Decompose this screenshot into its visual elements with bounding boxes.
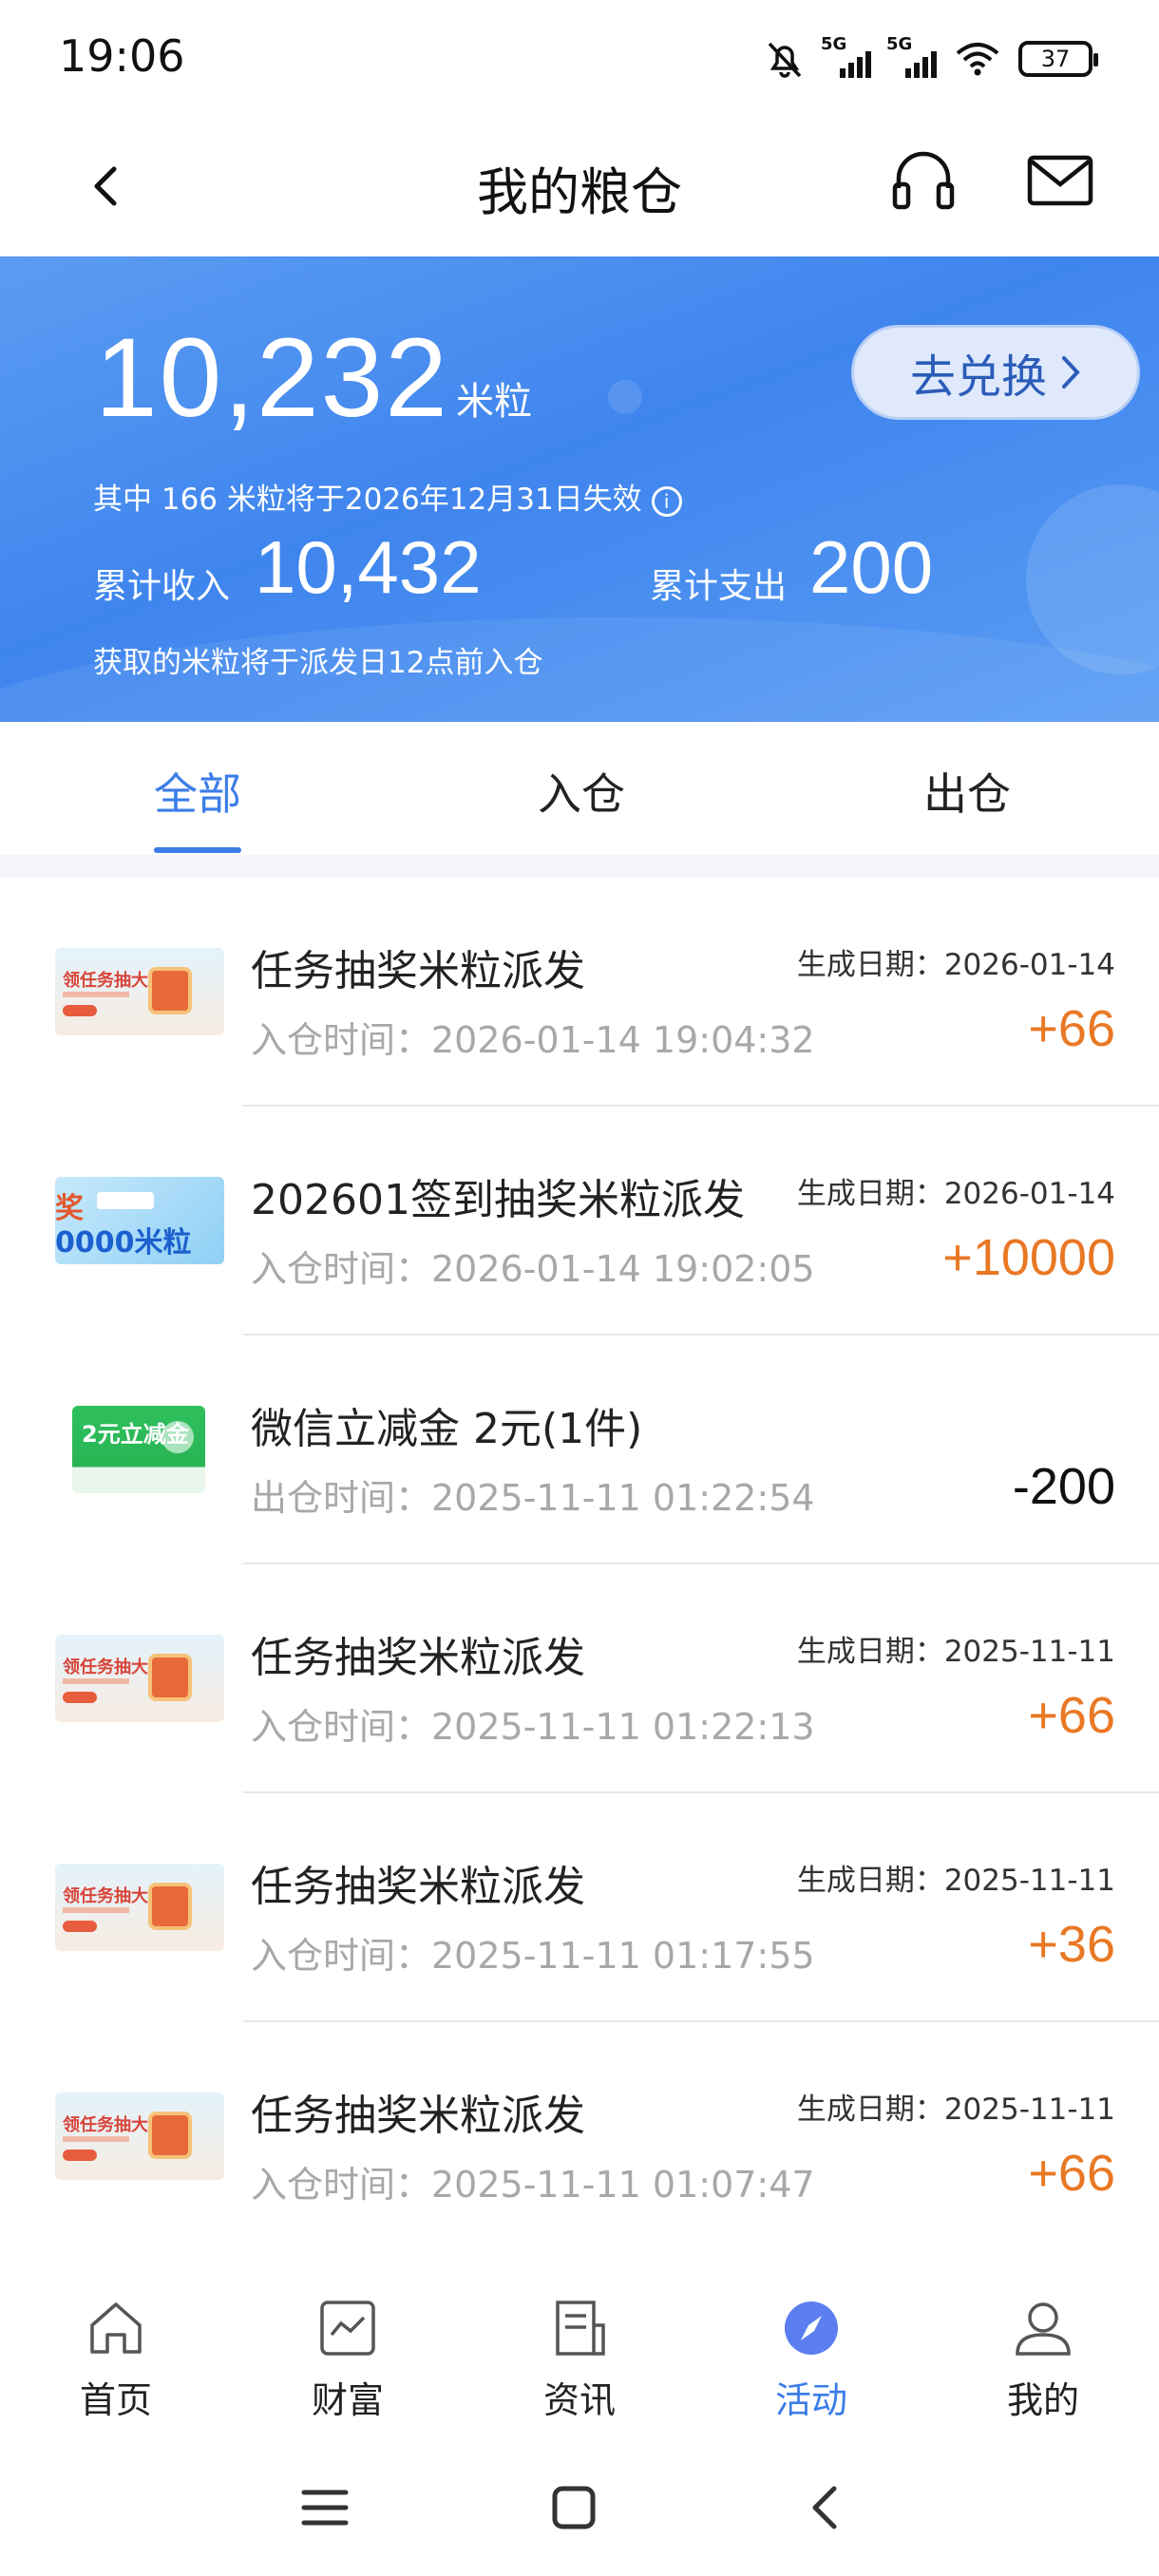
chart-icon <box>320 2301 375 2356</box>
home-square-icon[interactable] <box>543 2477 604 2538</box>
menu-icon[interactable] <box>294 2477 355 2538</box>
tab-all[interactable]: 全部 <box>84 760 312 823</box>
record-time: 入仓时间：2025-11-11 01:17:55 <box>251 1935 815 1977</box>
record-amount: +36 <box>1028 1916 1115 1973</box>
battery-icon: 37 <box>1018 41 1098 77</box>
home-icon <box>90 2302 142 2354</box>
record-title: 任务抽奖米粒派发 <box>251 1863 585 1911</box>
user-icon <box>1016 2302 1071 2356</box>
sign-in-thumbnail: 奖 0000米粒 <box>55 1177 224 1264</box>
tab-out[interactable]: 出仓 <box>853 760 1081 823</box>
nav-label: 财富 <box>311 2379 384 2421</box>
record-date: 生成日期：2025-11-11 <box>796 1635 1115 1669</box>
bottom-nav: 首页 财富 资讯 活动 我的 <box>0 2268 1159 2439</box>
nav-wealth[interactable]: 财富 <box>272 2297 424 2423</box>
news-icon <box>556 2301 605 2356</box>
headset-icon[interactable] <box>889 146 958 215</box>
record-title: 任务抽奖米粒派发 <box>251 1634 585 1682</box>
app-header: 我的粮仓 <box>0 114 1159 256</box>
record-title: 任务抽奖米粒派发 <box>251 2092 585 2140</box>
compass-icon <box>785 2301 838 2355</box>
nav-mine[interactable]: 我的 <box>967 2297 1119 2423</box>
record-amount: +66 <box>1028 2145 1115 2202</box>
task-thumbnail: 领任务抽大奖 <box>55 2093 224 2180</box>
wechat-coupon-thumbnail: 2元立减金 <box>72 1406 205 1493</box>
record-date: 生成日期：2026-01-14 <box>796 1177 1115 1211</box>
nav-home[interactable]: 首页 <box>40 2297 192 2423</box>
info-icon[interactable]: i <box>651 485 682 517</box>
record-amount: +10000 <box>942 1229 1115 1286</box>
income-label: 累计收入 <box>93 567 231 606</box>
record-time: 入仓时间：2026-01-14 19:02:05 <box>251 1248 815 1290</box>
signal-2-icon: 5G <box>886 34 937 78</box>
nav-activity[interactable]: 活动 <box>735 2297 887 2423</box>
redeem-label: 去兑换 <box>909 350 1047 404</box>
task-thumbnail: 领任务抽大奖 <box>55 1864 224 1951</box>
record-amount: +66 <box>1028 1687 1115 1744</box>
signal-1-icon: 5G <box>821 34 871 78</box>
list-item[interactable]: 领任务抽大奖 任务抽奖米粒派发 入仓时间：2025-11-11 01:17:55… <box>0 1793 1159 2022</box>
system-back-icon[interactable] <box>796 2477 857 2538</box>
record-title: 微信立减金 2元(1件) <box>251 1405 643 1453</box>
nav-label: 首页 <box>79 2379 152 2421</box>
list-item[interactable]: 领任务抽大奖 任务抽奖米粒派发 入仓时间：2025-11-11 01:22:13… <box>0 1564 1159 1793</box>
mute-bell-icon <box>768 42 802 78</box>
expire-note: 其中 166 米粒将于2026年12月31日失效 i <box>93 475 682 518</box>
list-item[interactable]: 领任务抽大奖 任务抽奖米粒派发 入仓时间：2025-11-11 01:07:47… <box>0 2022 1159 2251</box>
nav-label: 资讯 <box>542 2379 616 2421</box>
record-date: 生成日期：2025-11-11 <box>796 1864 1115 1898</box>
balance-banner: 10,232 米粒 去兑换 其中 166 米粒将于2026年12月31日失效 i … <box>0 256 1159 722</box>
status-time: 19:06 <box>59 30 185 82</box>
status-icons: 5G 5G 37 <box>764 32 1098 85</box>
network-type-2: 5G <box>886 34 913 54</box>
record-amount: -200 <box>1012 1458 1115 1515</box>
nav-label: 活动 <box>774 2379 847 2421</box>
page-title: 我的粮仓 <box>477 162 682 222</box>
record-time: 入仓时间：2025-11-11 01:07:47 <box>251 2164 815 2206</box>
list-item[interactable]: 领任务抽大奖 任务抽奖米粒派发 入仓时间：2026-01-14 19:04:32… <box>0 878 1159 1107</box>
redeem-button[interactable]: 去兑换 <box>851 325 1140 420</box>
list-item[interactable]: 2元立减金 微信立减金 2元(1件) 出仓时间：2025-11-11 01:22… <box>0 1335 1159 1564</box>
nav-label: 我的 <box>1006 2379 1079 2421</box>
balance-value: 10,232 <box>95 315 449 441</box>
chevron-right-icon <box>1062 356 1080 388</box>
mail-icon[interactable] <box>1026 152 1094 209</box>
network-type-1: 5G <box>821 34 847 54</box>
expense-value: 200 <box>809 525 934 609</box>
system-nav-bar <box>0 2439 1159 2576</box>
record-date: 生成日期：2025-11-11 <box>796 2093 1115 2127</box>
record-amount: +66 <box>1028 1000 1115 1057</box>
expire-note-text: 其中 166 米粒将于2026年12月31日失效 <box>93 483 642 517</box>
balance-unit: 米粒 <box>456 380 532 424</box>
income-value: 10,432 <box>255 525 482 609</box>
record-title: 202601签到抽奖米粒派发 <box>251 1176 745 1224</box>
section-divider <box>0 855 1159 878</box>
record-time: 入仓时间：2026-01-14 19:04:32 <box>251 1019 815 1061</box>
expense-label: 累计支出 <box>650 567 788 606</box>
record-date: 生成日期：2026-01-14 <box>796 948 1115 982</box>
task-thumbnail: 领任务抽大奖 <box>55 1635 224 1722</box>
list-item[interactable]: 奖 0000米粒 202601签到抽奖米粒派发 入仓时间：2026-01-14 1… <box>0 1107 1159 1335</box>
tab-in[interactable]: 入仓 <box>467 760 695 823</box>
wifi-icon <box>956 43 999 76</box>
record-time: 入仓时间：2025-11-11 01:22:13 <box>251 1706 815 1748</box>
status-bar: 19:06 5G 5G 37 <box>0 0 1159 114</box>
filter-tabs: 全部 入仓 出仓 <box>0 722 1159 855</box>
record-time: 出仓时间：2025-11-11 01:22:54 <box>251 1477 815 1519</box>
record-title: 任务抽奖米粒派发 <box>251 947 585 995</box>
task-thumbnail: 领任务抽大奖 <box>55 948 224 1035</box>
tab-indicator <box>154 847 241 853</box>
arrival-note: 获取的米粒将于派发日12点前入仓 <box>93 646 543 680</box>
nav-news[interactable]: 资讯 <box>504 2297 656 2423</box>
records-list: 领任务抽大奖 任务抽奖米粒派发 入仓时间：2026-01-14 19:04:32… <box>0 878 1159 2251</box>
